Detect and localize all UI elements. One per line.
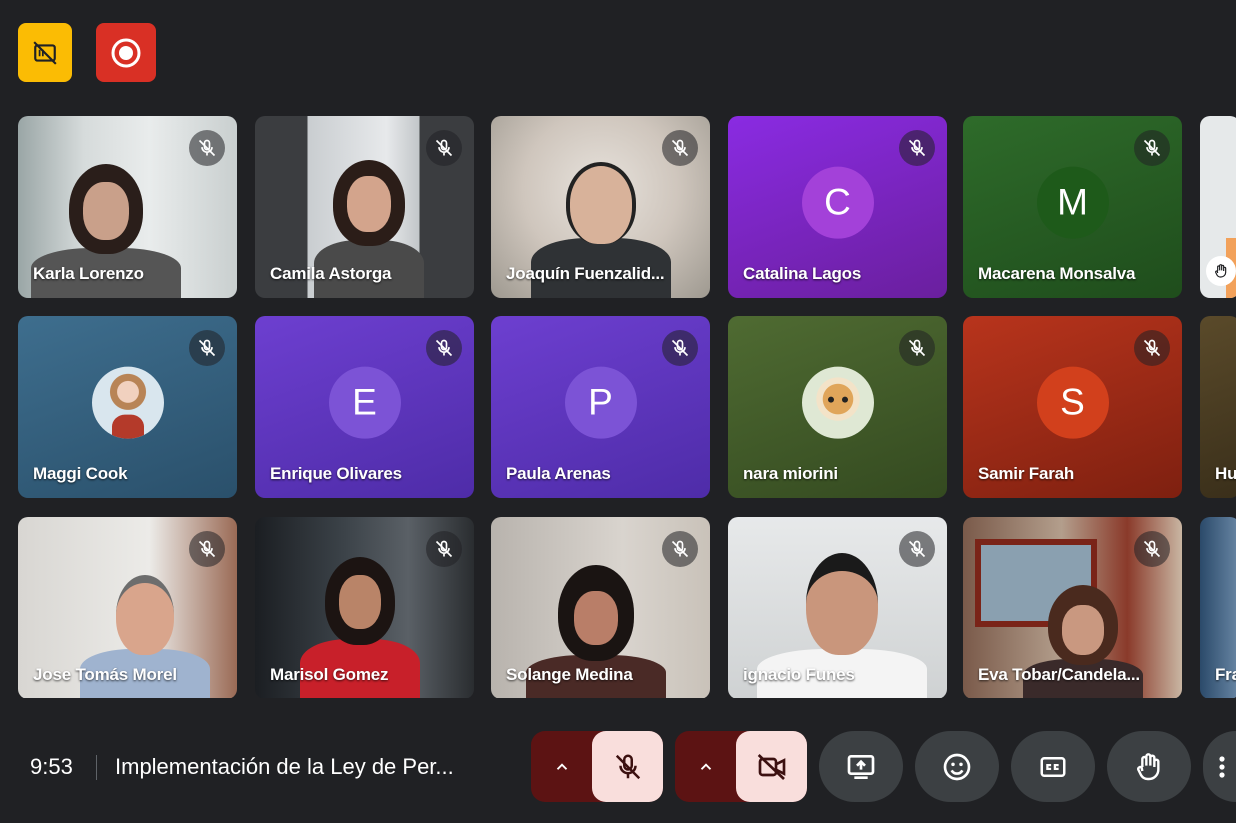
- video-options-button[interactable]: [675, 731, 737, 802]
- participant-name: ignacio Funes: [743, 665, 855, 684]
- raised-hand-icon: [1206, 256, 1236, 286]
- mic-off-icon: [426, 531, 462, 567]
- audio-options-button[interactable]: [531, 731, 593, 802]
- mic-toggle-button[interactable]: [592, 731, 663, 802]
- participant-tile[interactable]: Hu: [1200, 316, 1236, 498]
- participant-tile[interactable]: P Paula Arenas: [491, 316, 710, 498]
- clock: 9:53: [30, 754, 73, 779]
- participant-name: Karla Lorenzo: [33, 264, 144, 283]
- participant-name: Macarena Monsalva: [978, 264, 1136, 283]
- participant-name: Enrique Olivares: [270, 464, 402, 483]
- record-icon: [111, 38, 141, 67]
- participant-name: Eva Tobar/Candela...: [978, 665, 1140, 684]
- participant-name: Samir Farah: [978, 464, 1075, 483]
- participant-name: Paula Arenas: [506, 464, 611, 483]
- chevron-up-icon: [556, 762, 568, 770]
- participant-name: Catalina Lagos: [743, 264, 862, 283]
- participant-name: Joaquín Fuenzalid...: [506, 264, 665, 283]
- mic-off-icon: [189, 130, 225, 166]
- raise-hand-button[interactable]: [1107, 731, 1191, 802]
- mic-off-icon: [1134, 531, 1170, 567]
- participant-avatar: P: [564, 366, 637, 439]
- no-hd-video-button[interactable]: [18, 23, 72, 82]
- camera-control: [675, 731, 807, 802]
- participant-tile[interactable]: Marisol Gomez: [255, 517, 474, 698]
- mic-off-icon: [662, 330, 698, 366]
- participant-avatar: E: [328, 366, 401, 439]
- mic-off-icon: [615, 754, 640, 779]
- participant-tile[interactable]: Camila Astorga: [255, 116, 474, 298]
- mic-off-icon: [662, 531, 698, 567]
- chevron-up-icon: [700, 762, 712, 770]
- participant-name: Maggi Cook: [33, 464, 128, 483]
- participant-avatar: S: [1036, 366, 1109, 439]
- participant-name: Marisol Gomez: [270, 665, 389, 684]
- participant-tile[interactable]: S Samir Farah: [963, 316, 1182, 498]
- participant-avatar: [801, 366, 874, 439]
- participant-avatar: M: [1036, 166, 1109, 239]
- participant-tile[interactable]: C Catalina Lagos: [728, 116, 947, 298]
- participant-tile[interactable]: Solange Medina: [491, 517, 710, 698]
- participant-name: Fra: [1215, 665, 1236, 684]
- bottom-control-bar: 9:53 Implementación de la Ley de Per...: [0, 710, 1236, 823]
- mic-off-icon: [1134, 330, 1170, 366]
- captions-button[interactable]: [1011, 731, 1095, 802]
- participant-tile[interactable]: nara miorini: [728, 316, 947, 498]
- mic-control: [531, 731, 663, 802]
- emoji-icon: [943, 753, 971, 780]
- raise-hand-icon: [1137, 752, 1160, 780]
- reactions-button[interactable]: [915, 731, 999, 802]
- mic-off-icon: [189, 531, 225, 567]
- participant-avatar: [91, 366, 164, 439]
- participant-tile[interactable]: Jose Tomás Morel: [18, 517, 237, 698]
- participant-tile[interactable]: Eva Tobar/Candela...: [963, 517, 1182, 698]
- mic-off-icon: [899, 330, 935, 366]
- mic-off-icon: [899, 130, 935, 166]
- participant-tile[interactable]: Maggi Cook: [18, 316, 237, 498]
- participant-tile[interactable]: Karla Lorenzo: [18, 116, 237, 298]
- participant-name: Camila Astorga: [270, 264, 392, 283]
- mic-off-icon: [426, 330, 462, 366]
- captions-icon: [1040, 756, 1066, 777]
- present-screen-icon: [847, 754, 875, 779]
- mic-off-icon: [189, 330, 225, 366]
- participant-tile[interactable]: ignacio Funes: [728, 517, 947, 698]
- participant-grid: Karla Lorenzo Camila Astorga Joaquín Fue…: [18, 116, 1236, 698]
- recording-button[interactable]: [96, 23, 156, 82]
- participant-name: nara miorini: [743, 464, 838, 483]
- participant-tile[interactable]: Fra: [1200, 517, 1236, 698]
- participant-tile[interactable]: E Enrique Olivares: [255, 316, 474, 498]
- mic-off-icon: [662, 130, 698, 166]
- divider: [96, 755, 97, 780]
- participant-name: Solange Medina: [506, 665, 633, 684]
- participant-tile[interactable]: M Macarena Monsalva: [963, 116, 1182, 298]
- participant-tile[interactable]: Joaquín Fuenzalid...: [491, 116, 710, 298]
- mic-off-icon: [899, 531, 935, 567]
- present-screen-button[interactable]: [819, 731, 903, 802]
- camera-toggle-button[interactable]: [736, 731, 807, 802]
- participant-name: Jose Tomás Morel: [33, 665, 177, 684]
- mic-off-icon: [426, 130, 462, 166]
- videocam-off-icon: [757, 753, 785, 780]
- mic-off-icon: [1134, 130, 1170, 166]
- participant-tile[interactable]: [1200, 116, 1236, 298]
- more-options-icon: [1218, 755, 1225, 778]
- participant-avatar: C: [801, 166, 874, 239]
- no-video-hd-icon: [33, 40, 57, 65]
- meeting-title: Implementación de la Ley de Per...: [115, 754, 454, 779]
- participant-name: Hu: [1215, 464, 1236, 483]
- more-options-button[interactable]: [1203, 731, 1236, 802]
